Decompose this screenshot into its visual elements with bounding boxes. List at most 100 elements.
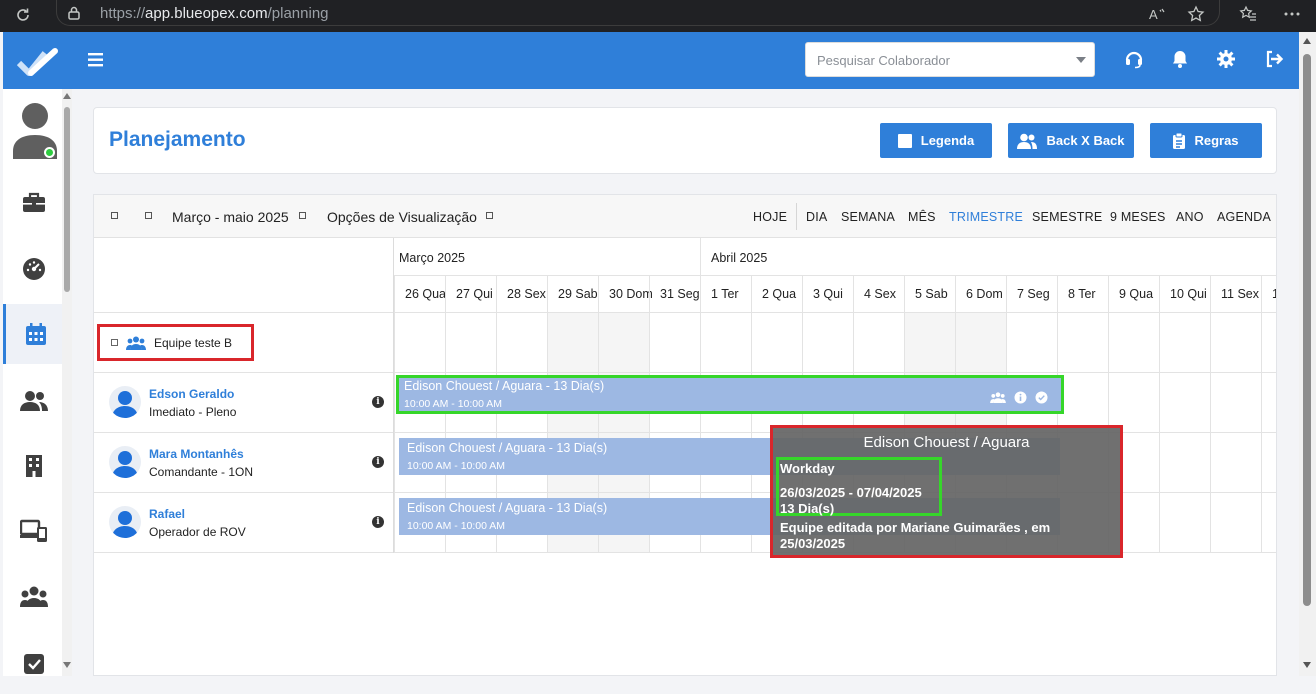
team-icon[interactable] (3, 567, 65, 627)
building-icon[interactable] (3, 436, 65, 496)
range-picker-icon[interactable] (299, 212, 306, 219)
view-quarter[interactable]: TRIMESTRE (949, 210, 1023, 224)
gear-icon[interactable] (1215, 48, 1237, 70)
view-9-months[interactable]: 9 MESES (1110, 210, 1166, 224)
date-range-label[interactable]: Março - maio 2025 (172, 209, 289, 225)
view-week[interactable]: SEMANA (841, 210, 895, 224)
day-header[interactable]: 3 Qui (813, 287, 843, 301)
collapse-icon[interactable] (111, 339, 118, 346)
month-label-april: Abril 2025 (711, 251, 768, 265)
day-header[interactable]: 4 Sex (864, 287, 896, 301)
resource-name[interactable]: Rafael (149, 507, 185, 521)
prev-range-icon[interactable] (111, 212, 118, 219)
resource-row[interactable]: Rafael Operador de ROV i (94, 493, 393, 553)
view-semester[interactable]: SEMESTRE (1032, 210, 1102, 224)
info-icon[interactable]: i (372, 456, 384, 468)
read-aloud-icon[interactable]: A (1147, 4, 1167, 24)
toolbar-divider (796, 203, 797, 230)
users-icon[interactable] (3, 371, 65, 431)
day-header[interactable]: 1 (1272, 287, 1276, 301)
day-header[interactable]: 29 Sab (558, 287, 598, 301)
check-circle-icon[interactable] (1035, 391, 1048, 404)
briefcase-icon[interactable] (3, 173, 65, 233)
event-title: Edison Chouest / Aguara - 13 Dia(s) (404, 379, 605, 393)
day-header[interactable]: 7 Seg (1017, 287, 1050, 301)
page-header-card: Planejamento Legenda Back X Back Regras (93, 107, 1277, 174)
team-icon[interactable] (990, 392, 1006, 403)
day-header[interactable]: 5 Sab (915, 287, 948, 301)
day-header[interactable]: 8 Ter (1068, 287, 1096, 301)
dashboard-icon[interactable] (3, 239, 65, 299)
checkbox-icon[interactable] (3, 634, 65, 694)
day-header[interactable]: 11 Sex (1221, 287, 1259, 301)
legend-button-label: Legenda (920, 133, 975, 148)
more-icon[interactable] (1282, 4, 1302, 24)
lock-icon[interactable] (66, 5, 82, 21)
star-icon[interactable] (1186, 4, 1206, 24)
resource-name[interactable]: Mara Montanhês (149, 447, 244, 461)
avatar (109, 446, 141, 478)
url-path: /planning (267, 5, 329, 22)
legend-button[interactable]: Legenda (880, 123, 992, 158)
resource-name[interactable]: Edson Geraldo (149, 387, 234, 401)
page-scroll-thumb[interactable] (1303, 54, 1311, 606)
logout-icon[interactable] (1263, 48, 1285, 70)
day-header[interactable]: 30 Dom (609, 287, 653, 301)
page-title: Planejamento (109, 128, 246, 151)
grid-column-line (1159, 275, 1160, 553)
resource-column-divider (393, 238, 394, 553)
day-header[interactable]: 6 Dom (966, 287, 1003, 301)
resource-row[interactable]: Mara Montanhês Comandante - 1ON i (94, 433, 393, 493)
info-icon[interactable]: i (372, 396, 384, 408)
tooltip-title: Edison Chouest / Aguara (863, 434, 1030, 451)
rules-button[interactable]: Regras (1150, 123, 1262, 158)
scroll-down-icon[interactable] (1303, 662, 1311, 668)
calendar-icon[interactable] (3, 304, 65, 364)
view-year[interactable]: ANO (1176, 210, 1204, 224)
event-time: 10:00 AM - 10:00 AM (407, 520, 506, 532)
team-group-row[interactable]: Equipe teste B (97, 324, 254, 361)
headset-icon[interactable] (1123, 48, 1145, 70)
devices-icon[interactable] (3, 501, 65, 561)
day-header[interactable]: 27 Qui (456, 287, 493, 301)
day-header[interactable]: 1 Ter (711, 287, 739, 301)
scroll-up-icon[interactable] (63, 93, 71, 99)
info-icon[interactable]: i (372, 516, 384, 528)
info-icon[interactable] (1014, 391, 1027, 404)
page-scrollbar[interactable] (1299, 32, 1316, 676)
view-month[interactable]: MÊS (908, 210, 936, 224)
view-options-label[interactable]: Opções de Visualização (327, 209, 477, 225)
employee-search-select[interactable]: Pesquisar Colaborador (805, 42, 1095, 77)
sidebar (3, 89, 72, 676)
grid-row-line (94, 312, 1276, 313)
day-header[interactable]: 26 Qua (405, 287, 446, 301)
logo-icon[interactable] (16, 46, 59, 76)
day-header[interactable]: 2 Qua (762, 287, 796, 301)
day-header[interactable]: 31 Seg (660, 287, 700, 301)
favorites-icon[interactable] (1238, 4, 1258, 24)
next-range-icon[interactable] (145, 212, 152, 219)
schedule-event[interactable]: Edison Chouest / Aguara - 13 Dia(s) 10:0… (396, 375, 1064, 414)
resource-row[interactable]: Edson Geraldo Imediato - Pleno i (94, 373, 393, 433)
day-header[interactable]: 9 Qua (1119, 287, 1153, 301)
reload-icon[interactable] (12, 4, 34, 26)
view-today[interactable]: HOJE (753, 210, 787, 224)
scroll-down-icon[interactable] (63, 662, 71, 668)
view-agenda[interactable]: AGENDA (1217, 210, 1271, 224)
back-x-back-button[interactable]: Back X Back (1008, 123, 1134, 158)
sidebar-scroll-thumb[interactable] (64, 107, 70, 292)
view-options-icon[interactable] (486, 212, 493, 219)
day-header[interactable]: 28 Sex (507, 287, 546, 301)
resource-role: Imediato - Pleno (149, 405, 237, 419)
menu-icon[interactable] (87, 50, 105, 70)
scroll-up-icon[interactable] (1303, 38, 1311, 44)
day-header[interactable]: 10 Qui (1170, 287, 1207, 301)
event-tooltip: Edison Chouest / Aguara Workday 26/03/20… (770, 425, 1123, 558)
view-day[interactable]: DIA (806, 210, 827, 224)
tooltip-edit-info: Equipe editada por Mariane Guimarães , e… (780, 520, 1051, 551)
url-prefix: https:// (100, 5, 146, 22)
rules-button-label: Regras (1194, 133, 1239, 148)
sidebar-scrollbar[interactable] (62, 89, 72, 676)
bell-icon[interactable] (1169, 48, 1191, 70)
url-text[interactable]: https://app.blueopex.com/planning (100, 5, 329, 22)
